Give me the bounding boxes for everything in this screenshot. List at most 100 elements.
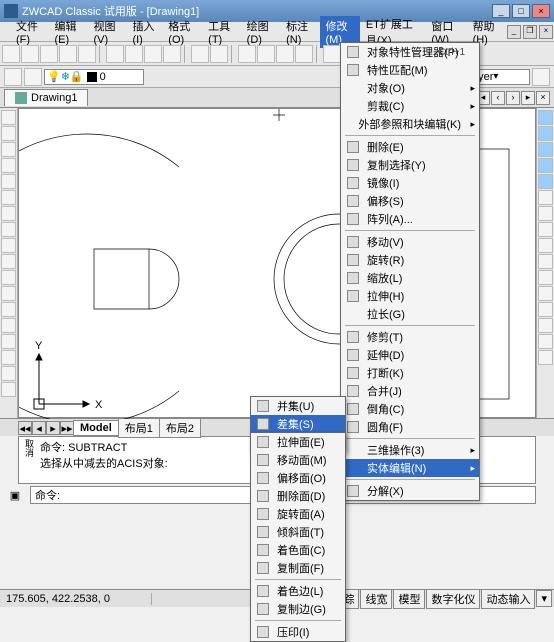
modify-item-20[interactable]: 打断(K) (341, 364, 479, 382)
fillet-tool[interactable] (538, 334, 553, 349)
status-more[interactable]: ▾ (536, 590, 552, 607)
solid-bot-item-4[interactable]: 旋转面(A) (251, 505, 345, 523)
insert-tool[interactable] (1, 270, 16, 285)
modify-item-19[interactable]: 延伸(D) (341, 346, 479, 364)
array-tool[interactable] (538, 174, 553, 189)
rect-tool[interactable] (1, 174, 16, 189)
menu-insert[interactable]: 插入(I) (126, 16, 162, 48)
solid-bot-item-6[interactable]: 着色面(C) (251, 541, 345, 559)
solid-bot-item-2[interactable]: 偏移面(O) (251, 469, 345, 487)
point-tool[interactable] (1, 302, 16, 317)
stretch-tool[interactable] (538, 238, 553, 253)
region-tool[interactable] (1, 350, 16, 365)
layer-prev-button[interactable] (24, 68, 42, 86)
extend-tool[interactable] (538, 270, 553, 285)
modify-item-9[interactable]: 偏移(S) (341, 192, 479, 210)
menu-format[interactable]: 格式(O) (162, 16, 202, 48)
solid-bot-item-3[interactable]: 删除面(D) (251, 487, 345, 505)
block-tool[interactable] (1, 286, 16, 301)
solid-bot-item-1[interactable]: 移动面(M) (251, 451, 345, 469)
preview-button[interactable] (78, 45, 96, 63)
modify-item-22[interactable]: 倒角(C) (341, 400, 479, 418)
solid-top-item-0[interactable]: 并集(U) (251, 397, 345, 415)
solid-bot-item-7[interactable]: 复制面(F) (251, 559, 345, 577)
modify-item-2[interactable]: 对象(O)▸ (341, 79, 479, 97)
solid-top-item-1[interactable]: 差集(S) (251, 415, 345, 433)
doc-tab[interactable]: Drawing1 (4, 89, 88, 106)
sheet-last[interactable]: ▸▸ (60, 421, 74, 435)
modify-item-4[interactable]: 外部参照和块编辑(K)▸ (341, 115, 479, 133)
sheet-first[interactable]: ◂◂ (18, 421, 32, 435)
modify-item-3[interactable]: 剪裁(C)▸ (341, 97, 479, 115)
revcloud-tool[interactable] (1, 222, 16, 237)
circle-tool[interactable] (1, 206, 16, 221)
polygon-tool[interactable] (1, 158, 16, 173)
chamfer-tool[interactable] (538, 318, 553, 333)
status-tablet[interactable]: 数字化仪 (426, 589, 480, 609)
hatch-tool[interactable] (1, 318, 16, 333)
menu-file[interactable]: 文件(F) (10, 16, 49, 48)
zoom-window-button[interactable] (276, 45, 294, 63)
modify-item-10[interactable]: 阵列(A)... (341, 210, 479, 228)
solid-bot-item-12[interactable]: 压印(I) (251, 623, 345, 641)
open-button[interactable] (21, 45, 39, 63)
modify-item-7[interactable]: 复制选择(Y) (341, 156, 479, 174)
nav-next[interactable]: › (506, 91, 520, 105)
properties-button[interactable] (323, 45, 341, 63)
break-tool[interactable] (538, 286, 553, 301)
coords-display[interactable]: 175.605, 422.2538, 0 (2, 593, 152, 605)
menu-draw[interactable]: 绘图(D) (241, 16, 280, 48)
sheet-prev[interactable]: ◂ (32, 421, 46, 435)
solid-bot-item-10[interactable]: 复制边(G) (251, 600, 345, 618)
modify-item-15[interactable]: 拉伸(H) (341, 287, 479, 305)
spline-tool[interactable] (1, 238, 16, 253)
menu-dimension[interactable]: 标注(N) (280, 16, 319, 48)
status-lwt[interactable]: 线宽 (360, 589, 392, 609)
ellipse-tool[interactable] (1, 254, 16, 269)
modify-item-14[interactable]: 缩放(L) (341, 269, 479, 287)
zoom-button[interactable] (257, 45, 275, 63)
rotate-tool[interactable] (538, 206, 553, 221)
line-tool[interactable] (1, 110, 16, 125)
sheet-layout2[interactable]: 布局2 (159, 418, 201, 438)
modify-item-6[interactable]: 删除(E) (341, 138, 479, 156)
zoom-prev-button[interactable] (295, 45, 313, 63)
modify-item-16[interactable]: 拉长(G) (341, 305, 479, 323)
nav-last[interactable]: ▸ (521, 91, 535, 105)
text-tool[interactable] (1, 382, 16, 397)
pan-button[interactable] (238, 45, 256, 63)
close-button[interactable]: × (532, 4, 550, 18)
move-tool[interactable] (538, 190, 553, 205)
modify-item-25[interactable]: 三维操作(3)▸ (341, 441, 479, 459)
copy-button[interactable] (125, 45, 143, 63)
solid-bot-item-9[interactable]: 着色边(L) (251, 582, 345, 600)
mdi-restore-button[interactable]: ❐ (523, 25, 537, 39)
paste-button[interactable] (144, 45, 162, 63)
maximize-button[interactable]: □ (512, 4, 530, 18)
status-dyn[interactable]: 动态输入 (481, 589, 535, 609)
modify-item-12[interactable]: 移动(V) (341, 233, 479, 251)
mirror-tool[interactable] (538, 142, 553, 157)
layer-combo[interactable]: 💡❄🔒 0 (44, 69, 144, 85)
xline-tool[interactable] (1, 126, 16, 141)
gradient-tool[interactable] (1, 334, 16, 349)
trim-tool[interactable] (538, 254, 553, 269)
sheet-model[interactable]: Model (73, 420, 119, 436)
undo-button[interactable] (191, 45, 209, 63)
mdi-close-button[interactable]: × (539, 25, 553, 39)
modify-item-28[interactable]: 分解(X) (341, 482, 479, 500)
modify-item-8[interactable]: 镜像(I) (341, 174, 479, 192)
menu-tools[interactable]: 工具(T) (202, 16, 241, 48)
modify-item-26[interactable]: 实体编辑(N)▸ (341, 459, 479, 477)
nav-close[interactable]: × (536, 91, 550, 105)
print-button[interactable] (59, 45, 77, 63)
explode-tool[interactable] (538, 350, 553, 365)
table-tool[interactable] (1, 366, 16, 381)
mdi-minimize-button[interactable]: _ (507, 25, 521, 39)
modify-item-13[interactable]: 旋转(R) (341, 251, 479, 269)
solid-bot-item-0[interactable]: 拉伸面(E) (251, 433, 345, 451)
scale-tool[interactable] (538, 222, 553, 237)
copy-tool[interactable] (538, 126, 553, 141)
layer-manager-button[interactable] (4, 68, 22, 86)
new-button[interactable] (2, 45, 20, 63)
